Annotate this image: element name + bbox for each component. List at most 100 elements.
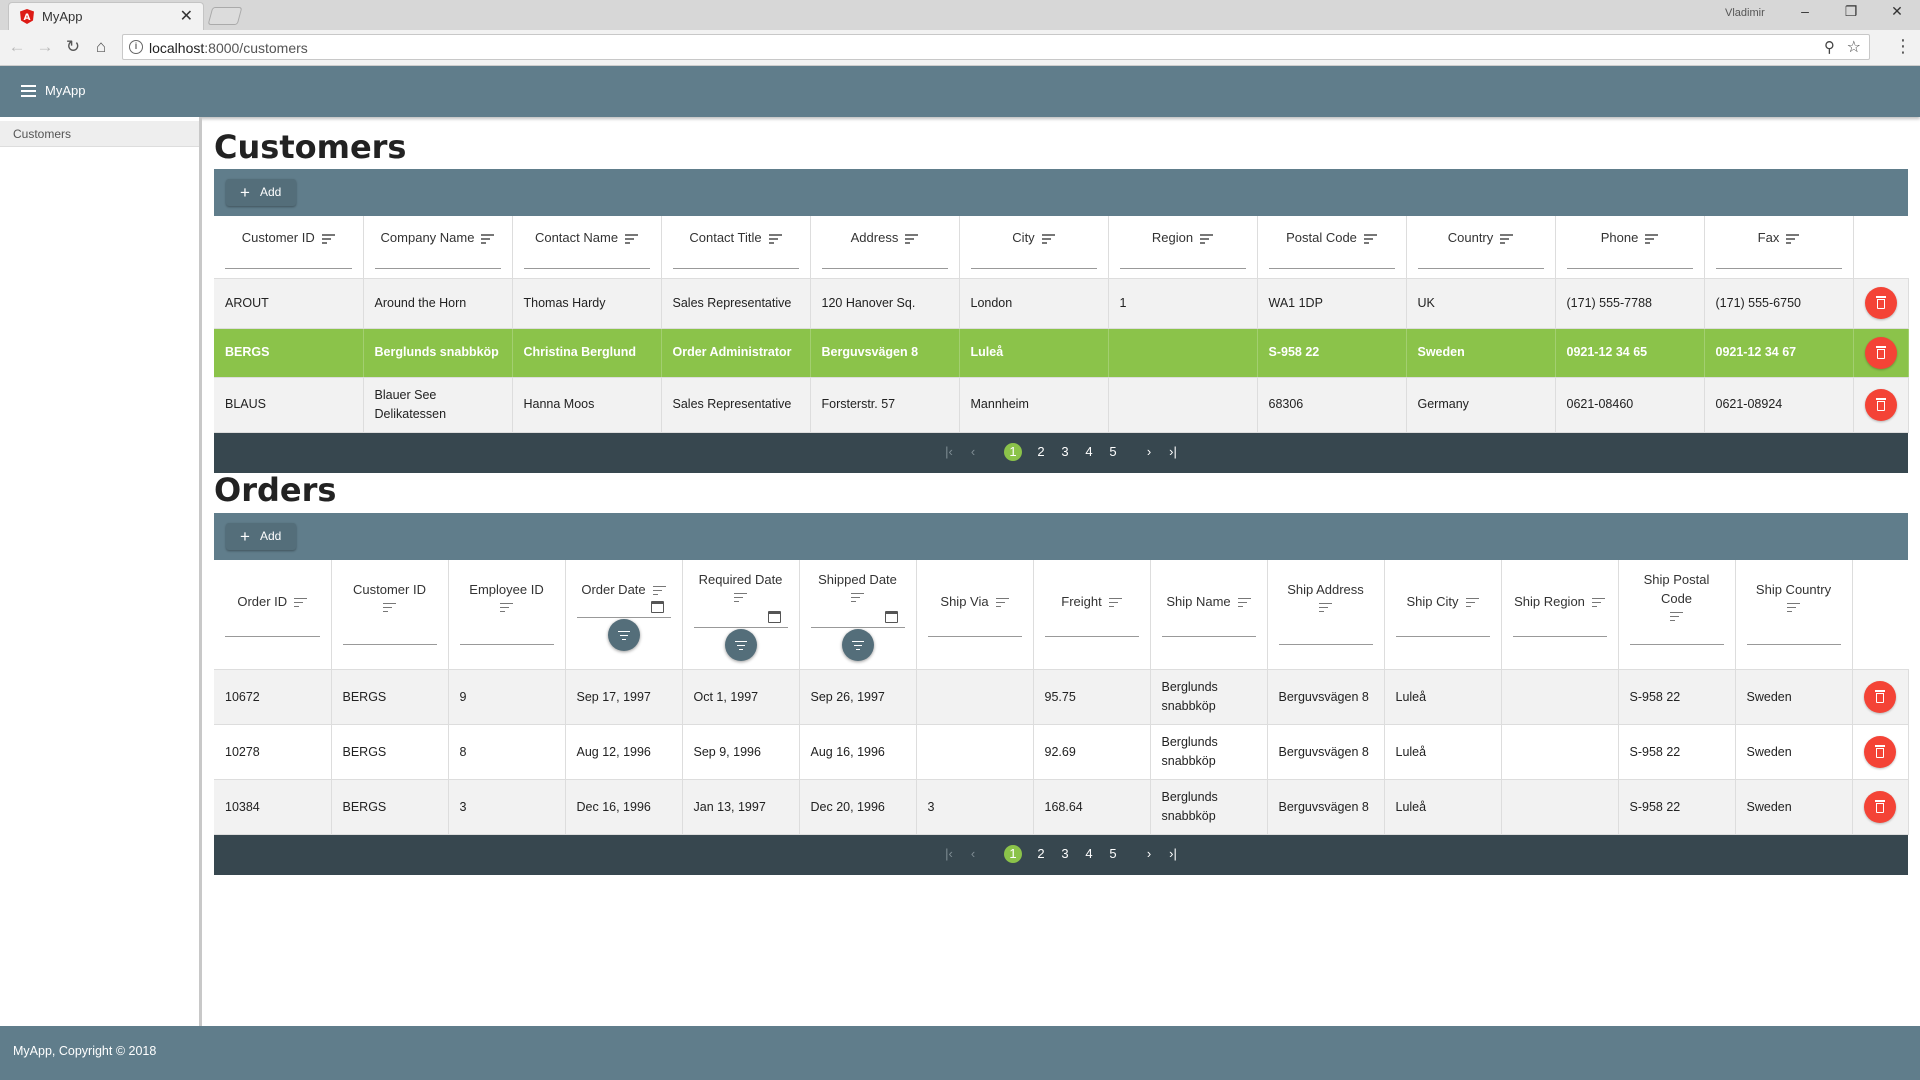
sort-icon[interactable] [851, 592, 864, 602]
column-filter-input[interactable] [1119, 268, 1246, 269]
page-button-3[interactable]: 3 [1060, 444, 1070, 459]
column-filter-input[interactable] [970, 268, 1097, 269]
sort-icon[interactable] [321, 234, 335, 244]
column-header-ship-address[interactable]: Ship Address [1267, 559, 1385, 670]
bookmark-star-icon[interactable]: ☆ [1847, 37, 1861, 57]
calendar-icon[interactable] [884, 610, 898, 623]
delete-button[interactable] [1864, 388, 1897, 421]
column-header-shipped-date[interactable]: Shipped Date [799, 559, 917, 670]
sort-icon[interactable] [1465, 597, 1479, 608]
first-page-icon[interactable]: |‹ [944, 846, 954, 861]
column-header-customer-id[interactable]: Customer ID [214, 216, 364, 279]
table-row[interactable]: BERGS Berglunds snabbköp Christina Berglun… [214, 328, 1909, 378]
column-header-freight[interactable]: Freight [1033, 559, 1151, 670]
table-row[interactable]: BLAUS Blauer See Delikatessen Hanna Moos Sa… [214, 377, 1909, 433]
table-row[interactable]: 10278 BERGS 8 Aug 12, 1996 Sep 9, 1996 Aug 16… [214, 724, 1909, 780]
column-header-ship-country[interactable]: Ship Country [1735, 559, 1853, 670]
delete-button[interactable] [1864, 791, 1896, 823]
column-header-employee-id[interactable]: Employee ID [448, 559, 566, 670]
column-header-ship-via[interactable]: Ship Via [916, 559, 1034, 670]
sidebar-item-customers[interactable]: Customers [0, 121, 199, 147]
sort-icon[interactable] [905, 234, 919, 244]
reload-icon[interactable]: ↻ [62, 36, 84, 58]
column-filter-input[interactable] [576, 616, 671, 618]
next-page-icon[interactable]: › [1144, 846, 1154, 861]
page-button-5[interactable]: 5 [1108, 444, 1118, 459]
sort-icon[interactable] [1041, 234, 1055, 244]
sort-icon[interactable] [294, 597, 308, 608]
column-header-ship-region[interactable]: Ship Region [1501, 559, 1619, 670]
tab-close-icon[interactable]: ✕ [180, 6, 193, 26]
menu-icon[interactable] [21, 85, 36, 97]
delete-button[interactable] [1864, 336, 1897, 369]
column-filter-input[interactable] [1629, 643, 1724, 645]
new-tab-button[interactable] [207, 7, 243, 25]
first-page-icon[interactable]: |‹ [944, 444, 954, 459]
sort-icon[interactable] [1237, 597, 1251, 608]
sort-icon[interactable] [1787, 602, 1800, 612]
column-filter-input[interactable] [927, 635, 1022, 637]
column-filter-input[interactable] [225, 268, 352, 269]
next-page-icon[interactable]: › [1144, 444, 1154, 459]
column-filter-input[interactable] [810, 626, 905, 628]
sort-icon[interactable] [1363, 234, 1377, 244]
url-text[interactable]: localhost:8000/customers [149, 40, 308, 56]
browser-menu-icon[interactable]: ⋮ [1893, 36, 1913, 57]
table-row[interactable]: AROUT Around the Horn Thomas Hardy Sales Re… [214, 278, 1909, 329]
column-header-address[interactable]: Address [810, 216, 960, 279]
page-button-4[interactable]: 4 [1084, 444, 1094, 459]
column-filter-input[interactable] [374, 268, 501, 269]
last-page-icon[interactable]: ›| [1168, 444, 1178, 459]
column-header-city[interactable]: City [959, 216, 1109, 279]
page-button-1[interactable]: 1 [1004, 845, 1022, 863]
column-header-order-date[interactable]: Order Date [565, 559, 683, 670]
column-header-postal-code[interactable]: Postal Code [1257, 216, 1407, 279]
sort-icon[interactable] [734, 592, 747, 602]
table-row[interactable]: 10672 BERGS 9 Sep 17, 1997 Oct 1, 1997 Sep 26… [214, 669, 1909, 725]
restore-icon[interactable]: ❐ [1836, 3, 1866, 20]
column-filter-input[interactable] [1161, 635, 1256, 637]
page-button-2[interactable]: 2 [1036, 444, 1046, 459]
sort-icon[interactable] [1319, 602, 1332, 612]
delete-button[interactable] [1864, 681, 1896, 713]
column-header-company-name[interactable]: Company Name [363, 216, 513, 279]
window-close-icon[interactable]: ✕ [1882, 3, 1912, 20]
column-filter-input[interactable] [523, 268, 650, 269]
prev-page-icon[interactable]: ‹ [968, 846, 978, 861]
site-info-icon[interactable]: i [129, 40, 143, 54]
column-header-fax[interactable]: Fax [1704, 216, 1854, 279]
filter-options-button[interactable] [724, 628, 757, 661]
table-row[interactable]: 10384 BERGS 3 Dec 16, 1996 Jan 13, 1997 Dec 2… [214, 779, 1909, 835]
column-filter-input[interactable] [1268, 268, 1395, 269]
column-filter-input[interactable] [342, 643, 437, 645]
column-filter-input[interactable] [1512, 635, 1607, 637]
column-header-contact-name[interactable]: Contact Name [512, 216, 662, 279]
column-filter-input[interactable] [821, 268, 948, 269]
sort-icon[interactable] [500, 602, 513, 612]
sort-icon[interactable] [1786, 234, 1800, 244]
zoom-icon[interactable]: ⚲ [1824, 38, 1835, 56]
calendar-icon[interactable] [650, 600, 664, 613]
sort-icon[interactable] [995, 597, 1009, 608]
sort-icon[interactable] [1108, 597, 1122, 608]
column-filter-input[interactable] [693, 626, 788, 628]
column-filter-input[interactable] [1044, 635, 1139, 637]
column-header-contact-title[interactable]: Contact Title [661, 216, 811, 279]
column-header-customer-id[interactable]: Customer ID [331, 559, 449, 670]
sort-icon[interactable] [625, 234, 639, 244]
sort-icon[interactable] [1645, 234, 1659, 244]
filter-options-button[interactable] [841, 628, 874, 661]
calendar-icon[interactable] [767, 610, 781, 623]
sort-icon[interactable] [1591, 597, 1605, 608]
column-filter-input[interactable] [672, 268, 799, 269]
minimize-icon[interactable]: – [1790, 3, 1820, 19]
browser-tab[interactable]: A MyApp ✕ [8, 2, 204, 30]
address-bar[interactable]: i localhost:8000/customers ⚲ ☆ [122, 34, 1870, 60]
column-filter-input[interactable] [1715, 268, 1842, 269]
column-header-country[interactable]: Country [1406, 216, 1556, 279]
prev-page-icon[interactable]: ‹ [968, 444, 978, 459]
column-filter-input[interactable] [1566, 268, 1693, 269]
sort-icon[interactable] [768, 234, 782, 244]
page-button-2[interactable]: 2 [1036, 846, 1046, 861]
sort-icon[interactable] [1670, 611, 1683, 621]
